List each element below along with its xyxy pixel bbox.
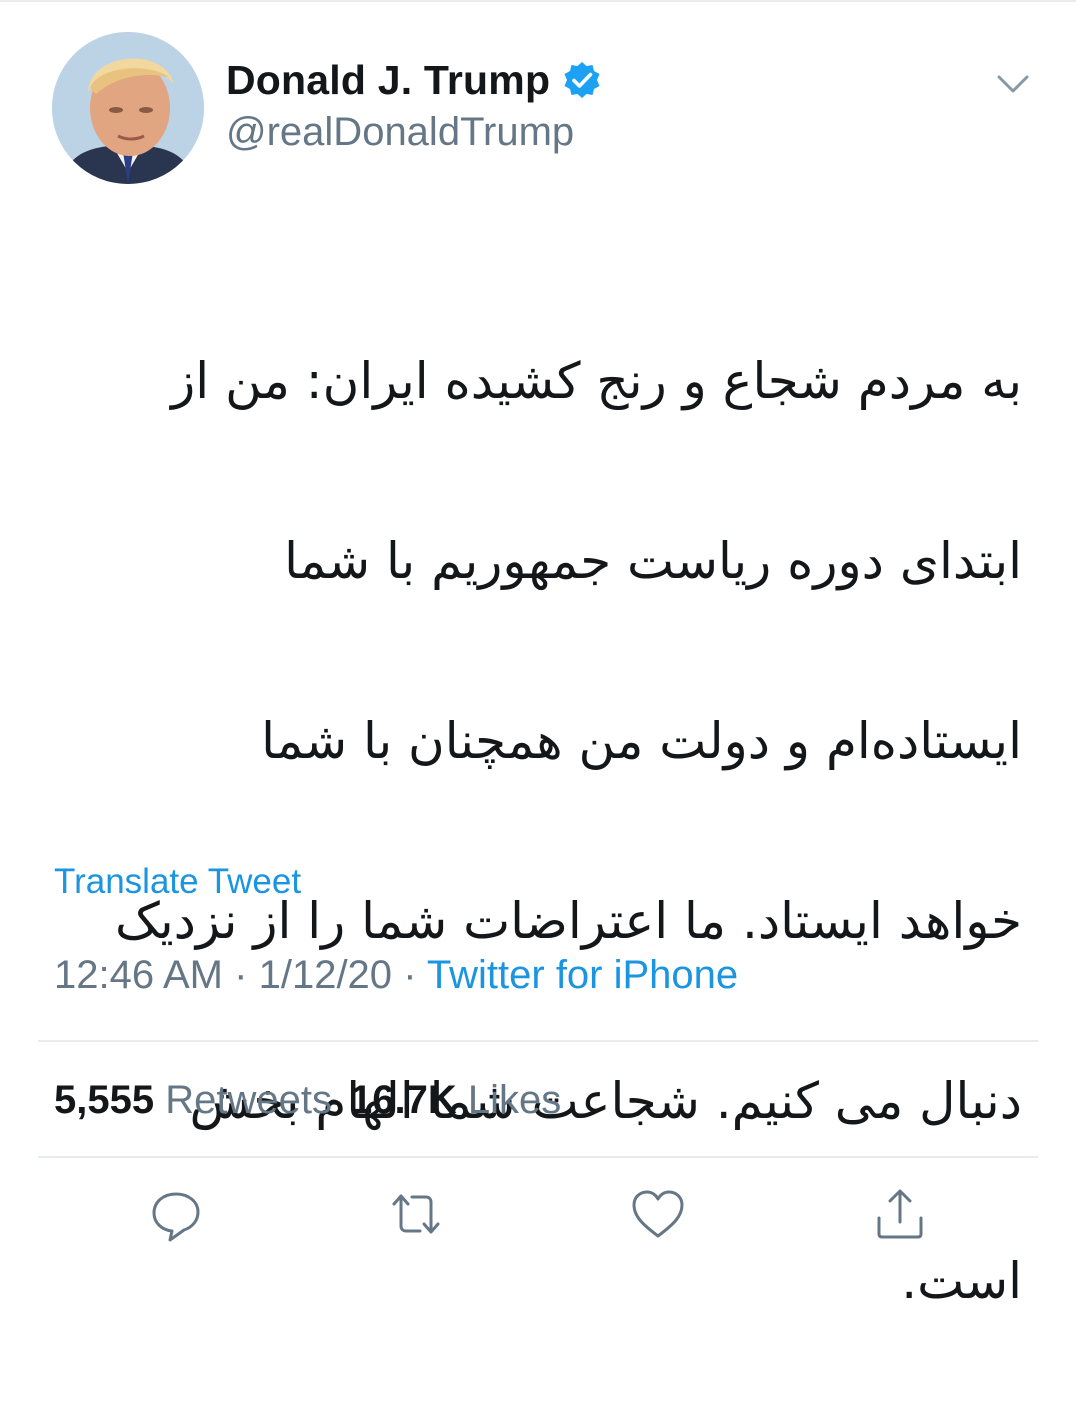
tweet-source-link[interactable]: Twitter for iPhone (427, 953, 738, 997)
handle[interactable]: @realDonaldTrump (226, 110, 574, 155)
likes-stat[interactable]: 16.7K Likes (350, 1078, 561, 1122)
reply-icon[interactable] (148, 1186, 204, 1242)
divider (38, 1040, 1038, 1042)
translate-tweet-link[interactable]: Translate Tweet (54, 862, 301, 902)
retweet-icon[interactable] (388, 1186, 444, 1242)
display-name[interactable]: Donald J. Trump (226, 57, 550, 104)
share-icon[interactable] (872, 1186, 928, 1242)
retweets-count: 5,555 (54, 1078, 155, 1122)
top-border (0, 0, 1076, 2)
tweet-line: ابتدای دوره ریاست جمهوریم با شما (284, 532, 1022, 590)
tweet-line: است. (901, 1252, 1022, 1310)
retweets-label: Retweets (165, 1078, 332, 1122)
retweets-stat[interactable]: 5,555 Retweets (54, 1078, 332, 1122)
likes-count: 16.7K (349, 1078, 457, 1122)
tweet-meta: 12:46 AM · 1/12/20 · Twitter for iPhone (54, 953, 738, 998)
likes-label: Likes (467, 1078, 562, 1122)
tweet-date[interactable]: 1/12/20 (259, 953, 392, 997)
meta-separator: · (234, 953, 248, 997)
avatar[interactable] (52, 32, 204, 184)
verified-badge-icon (562, 60, 602, 100)
tweet-time[interactable]: 12:46 AM (54, 953, 223, 997)
divider (38, 1156, 1038, 1158)
meta-separator: · (403, 953, 417, 997)
author-name-row[interactable]: Donald J. Trump (226, 54, 602, 106)
tweet-line: به مردم شجاع و رنج کشیده ایران: من از (171, 352, 1022, 410)
chevron-down-icon[interactable] (996, 72, 1030, 96)
like-icon[interactable] (630, 1186, 686, 1242)
avatar-photo (52, 32, 204, 184)
tweet-line: ایستاده‌ام و دولت من همچنان با شما (261, 712, 1022, 770)
tweet-stats: 5,555 Retweets 16.7K Likes (54, 1078, 561, 1123)
